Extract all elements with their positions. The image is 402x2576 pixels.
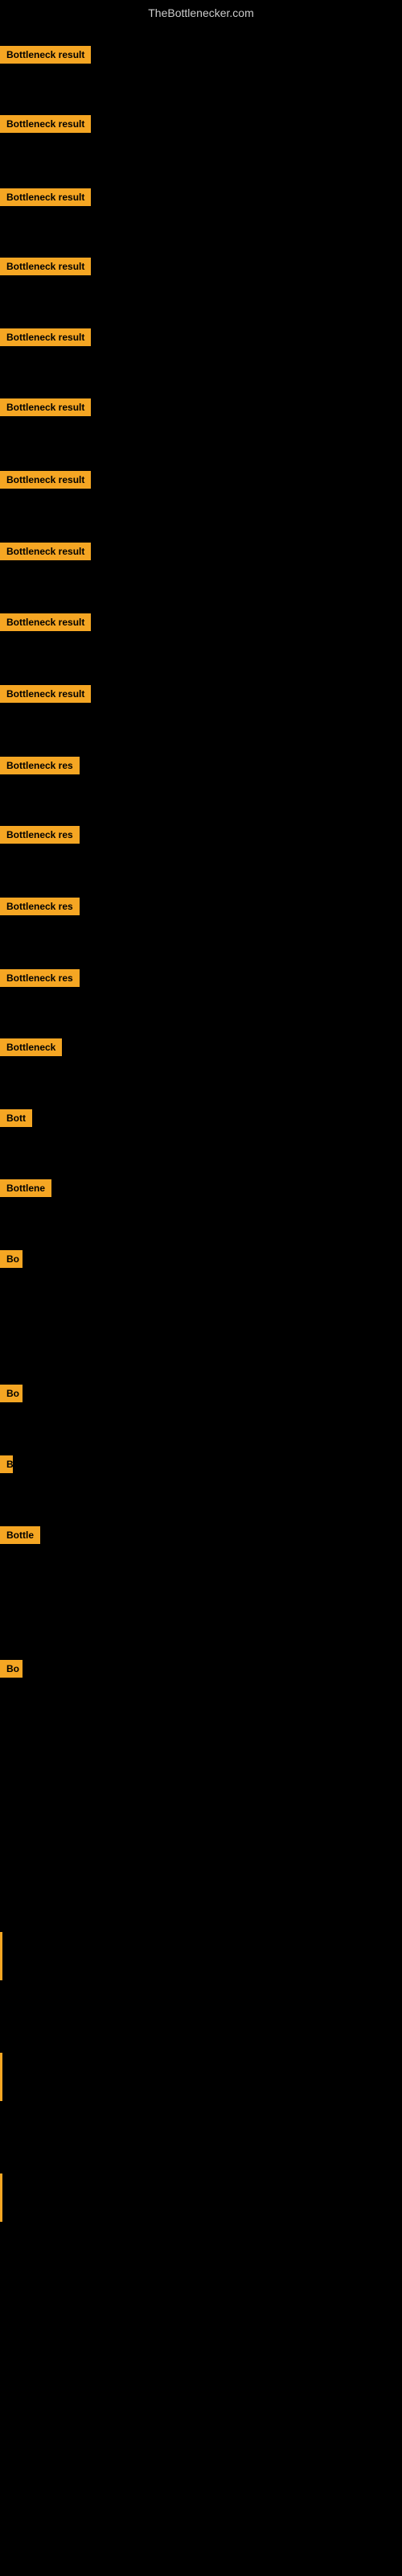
badge-container-9: Bottleneck result bbox=[0, 613, 91, 635]
site-title: TheBottlenecker.com bbox=[0, 0, 402, 26]
badge-container-22: Bo bbox=[0, 1660, 23, 1682]
badge-container-12: Bottleneck res bbox=[0, 826, 80, 848]
bottleneck-badge-21[interactable]: Bottle bbox=[0, 1526, 40, 1544]
badge-container-14: Bottleneck res bbox=[0, 969, 80, 991]
badge-container-11: Bottleneck res bbox=[0, 757, 80, 778]
bottleneck-badge-11[interactable]: Bottleneck res bbox=[0, 757, 80, 774]
bottleneck-badge-12[interactable]: Bottleneck res bbox=[0, 826, 80, 844]
badge-container-19: Bo bbox=[0, 1385, 23, 1406]
bottleneck-badge-4[interactable]: Bottleneck result bbox=[0, 258, 91, 275]
bottleneck-badge-8[interactable]: Bottleneck result bbox=[0, 543, 91, 560]
bottleneck-badge-6[interactable]: Bottleneck result bbox=[0, 398, 91, 416]
bottleneck-badge-13[interactable]: Bottleneck res bbox=[0, 898, 80, 915]
badge-container-16: Bott bbox=[0, 1109, 32, 1131]
bottleneck-badge-17[interactable]: Bottlene bbox=[0, 1179, 51, 1197]
badge-container-15: Bottleneck bbox=[0, 1038, 62, 1060]
bottleneck-badge-9[interactable]: Bottleneck result bbox=[0, 613, 91, 631]
bottleneck-badge-7[interactable]: Bottleneck result bbox=[0, 471, 91, 489]
badge-container-8: Bottleneck result bbox=[0, 543, 91, 564]
badge-container-5: Bottleneck result bbox=[0, 328, 91, 350]
bottleneck-badge-2[interactable]: Bottleneck result bbox=[0, 115, 91, 133]
vertical-bar-2 bbox=[0, 2053, 2, 2101]
badge-container-4: Bottleneck result bbox=[0, 258, 91, 279]
badge-container-1: Bottleneck result bbox=[0, 46, 91, 68]
badge-container-6: Bottleneck result bbox=[0, 398, 91, 420]
bottleneck-badge-15[interactable]: Bottleneck bbox=[0, 1038, 62, 1056]
badge-container-18: Bo bbox=[0, 1250, 23, 1272]
bottleneck-badge-22[interactable]: Bo bbox=[0, 1660, 23, 1678]
badge-container-21: Bottle bbox=[0, 1526, 40, 1548]
badge-container-2: Bottleneck result bbox=[0, 115, 91, 137]
bottleneck-badge-20[interactable]: B bbox=[0, 1455, 13, 1473]
bottleneck-badge-19[interactable]: Bo bbox=[0, 1385, 23, 1402]
badge-container-17: Bottlene bbox=[0, 1179, 51, 1201]
vertical-bar-3 bbox=[0, 2174, 2, 2222]
badge-container-13: Bottleneck res bbox=[0, 898, 80, 919]
badge-container-7: Bottleneck result bbox=[0, 471, 91, 493]
bottleneck-badge-14[interactable]: Bottleneck res bbox=[0, 969, 80, 987]
badge-container-10: Bottleneck result bbox=[0, 685, 91, 707]
badge-container-3: Bottleneck result bbox=[0, 188, 91, 210]
bottleneck-badge-10[interactable]: Bottleneck result bbox=[0, 685, 91, 703]
bottleneck-badge-5[interactable]: Bottleneck result bbox=[0, 328, 91, 346]
bottleneck-badge-3[interactable]: Bottleneck result bbox=[0, 188, 91, 206]
bottleneck-badge-1[interactable]: Bottleneck result bbox=[0, 46, 91, 64]
bottleneck-badge-16[interactable]: Bott bbox=[0, 1109, 32, 1127]
badge-container-20: B bbox=[0, 1455, 13, 1477]
bottleneck-badge-18[interactable]: Bo bbox=[0, 1250, 23, 1268]
vertical-bar-1 bbox=[0, 1932, 2, 1980]
